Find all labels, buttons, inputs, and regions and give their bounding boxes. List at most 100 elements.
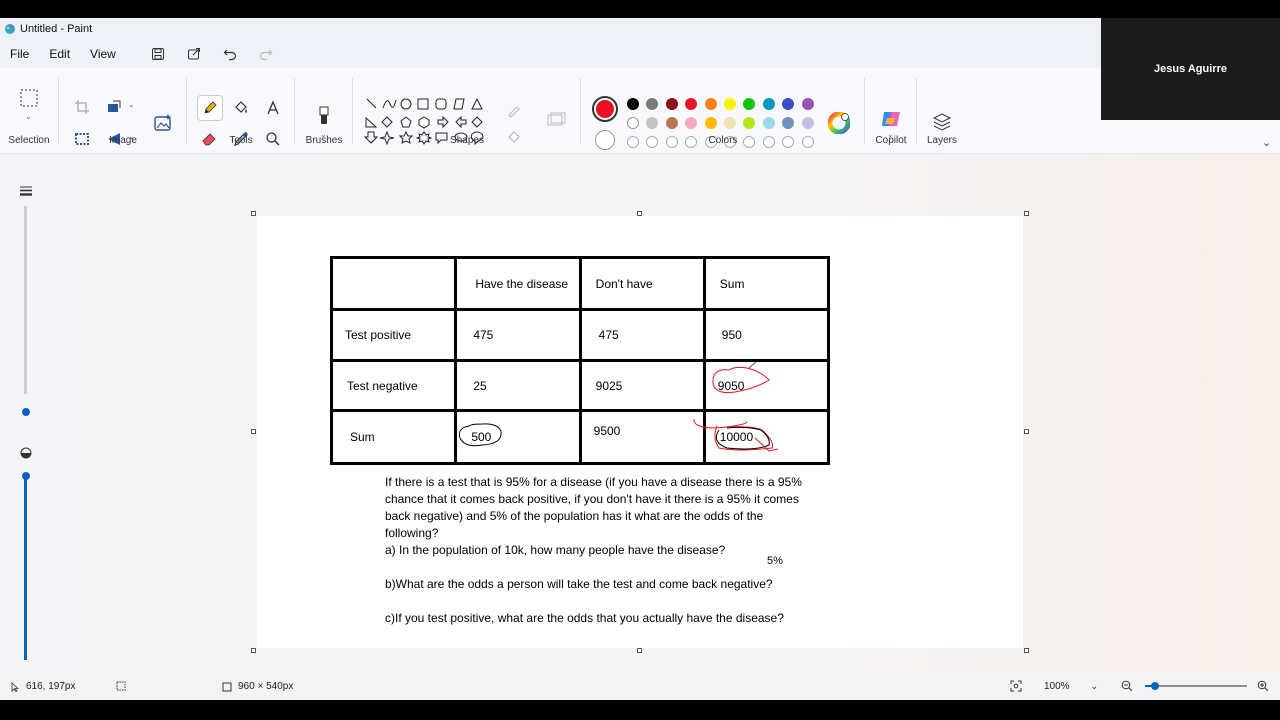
status-bar: 616, 197px 960 × 540px 100% ⌄ xyxy=(0,672,1280,700)
ribbon: ⌄ Selection ⌄ ⌄ Image Tools ⌄ Brushes Sh… xyxy=(0,68,1280,154)
selection-group: ⌄ Selection xyxy=(0,68,58,154)
copilot-icon[interactable] xyxy=(880,108,902,130)
crop-icon[interactable] xyxy=(70,95,94,119)
resize-handle[interactable] xyxy=(251,429,256,434)
share-icon[interactable] xyxy=(180,42,208,66)
opacity-knob[interactable] xyxy=(22,472,30,480)
color-swatch[interactable] xyxy=(627,117,639,129)
paint-app-icon xyxy=(5,24,15,34)
image-label: Image xyxy=(109,135,137,146)
menu-edit[interactable]: Edit xyxy=(39,47,80,61)
cursor-position: 616, 197px xyxy=(10,681,76,692)
bottom-black-bar xyxy=(0,700,1280,720)
edit-colors-icon[interactable] xyxy=(828,112,850,134)
canvas-size: 960 × 540px xyxy=(222,681,293,692)
image-group: ⌄ ⌄ Image xyxy=(60,68,186,154)
color-swatch[interactable] xyxy=(724,117,736,129)
stroke-size-slider[interactable] xyxy=(24,206,27,394)
undo-icon[interactable] xyxy=(216,42,244,66)
color-swatch[interactable] xyxy=(801,117,814,129)
active-color-dot xyxy=(596,100,614,118)
brush-icon[interactable] xyxy=(312,104,336,128)
menu-bar: File Edit View xyxy=(0,40,1280,68)
canvas-size-value: 960 × 540px xyxy=(238,681,294,692)
resize-handle[interactable] xyxy=(1024,429,1029,434)
menu-view[interactable]: View xyxy=(80,47,126,61)
color-swatch[interactable] xyxy=(762,98,775,110)
color-swatch[interactable] xyxy=(665,117,678,129)
colors-group: Colors xyxy=(582,68,864,154)
zoom-slider[interactable] xyxy=(1145,682,1247,690)
color-swatch[interactable] xyxy=(685,117,698,129)
color-swatch[interactable] xyxy=(762,117,775,129)
zoom-out-icon[interactable] xyxy=(1121,680,1133,692)
color-swatch[interactable] xyxy=(646,117,659,129)
menu-file[interactable]: File xyxy=(0,47,39,61)
problem-statement: If there is a test that is 95% for a dis… xyxy=(385,475,802,540)
stroke-size-icon xyxy=(20,186,32,196)
shape-style-icon[interactable] xyxy=(544,108,568,132)
side-note: 5% xyxy=(767,555,783,567)
opacity-slider[interactable] xyxy=(24,476,27,660)
color-swatch[interactable] xyxy=(782,117,795,129)
color-swatch[interactable] xyxy=(801,98,814,110)
color-swatch[interactable] xyxy=(685,98,698,110)
color-swatch[interactable] xyxy=(704,98,717,110)
image-generator-icon[interactable] xyxy=(151,111,175,135)
ribbon-divider xyxy=(916,78,917,144)
outline-icon[interactable] xyxy=(502,98,526,122)
pointer-icon xyxy=(11,681,20,692)
pencil-icon[interactable] xyxy=(197,95,223,121)
color-swatch[interactable] xyxy=(724,98,736,110)
resize-handle[interactable] xyxy=(251,211,256,216)
color-swatch[interactable] xyxy=(627,98,639,110)
resize-handle[interactable] xyxy=(637,648,642,653)
stroke-size-knob[interactable] xyxy=(22,408,30,416)
window-title: Untitled - Paint xyxy=(20,23,93,35)
paint-window: Untitled - Paint File Edit View ⌄ Select… xyxy=(0,18,1280,700)
resize-icon[interactable] xyxy=(102,95,126,119)
fit-to-window-icon[interactable] xyxy=(1010,680,1022,692)
color-swatch[interactable] xyxy=(646,98,659,110)
color-swatch[interactable] xyxy=(665,98,678,110)
layers-icon[interactable] xyxy=(932,112,952,132)
color-swatch[interactable] xyxy=(743,117,756,129)
rectangle-select-icon[interactable] xyxy=(17,86,41,110)
zoom-dropdown[interactable]: 100% ⌄ xyxy=(1040,677,1102,695)
problem-text: If there is a test that is 95% for a dis… xyxy=(385,474,815,627)
resize-handle[interactable] xyxy=(1024,648,1029,653)
layers-group: Layers xyxy=(918,68,966,154)
ribbon-divider xyxy=(352,78,353,144)
opacity-icon xyxy=(20,447,32,459)
color-swatch[interactable] xyxy=(704,117,717,129)
collapse-ribbon-icon[interactable]: ⌄ xyxy=(1262,136,1271,149)
copilot-group: ⌄ Copilot xyxy=(866,68,916,154)
tools-group: Tools xyxy=(188,68,294,154)
zoom-in-icon[interactable] xyxy=(1257,680,1269,692)
zoom-slider-knob[interactable] xyxy=(1151,682,1160,690)
zoom-value: 100% xyxy=(1044,680,1070,692)
ribbon-divider xyxy=(186,78,187,144)
question-b: b)What are the odds a person will take t… xyxy=(385,577,773,591)
color-swatch[interactable] xyxy=(743,98,756,110)
save-icon[interactable] xyxy=(144,42,172,66)
copilot-label: Copilot xyxy=(875,135,907,146)
fill-icon[interactable] xyxy=(229,96,253,120)
layers-label: Layers xyxy=(926,135,957,146)
resize-dropdown-icon[interactable]: ⌄ xyxy=(128,100,135,109)
cursor-position-value: 616, 197px xyxy=(26,681,76,692)
active-color-swatch[interactable] xyxy=(592,96,618,122)
resize-handle[interactable] xyxy=(251,648,256,653)
drawing-canvas[interactable]: Have the disease Don't have Sum Test pos… xyxy=(257,216,1023,648)
redo-icon[interactable] xyxy=(252,42,280,66)
color-swatch[interactable] xyxy=(782,98,795,110)
text-icon[interactable] xyxy=(261,96,285,120)
ribbon-divider xyxy=(58,78,59,144)
question-c: c)If you test positive, what are the odd… xyxy=(385,611,784,625)
selection-dropdown-icon[interactable]: ⌄ xyxy=(25,112,32,121)
ribbon-divider xyxy=(294,78,295,144)
resize-handle[interactable] xyxy=(1024,211,1029,216)
shapes-group: Shapes xyxy=(354,68,580,154)
